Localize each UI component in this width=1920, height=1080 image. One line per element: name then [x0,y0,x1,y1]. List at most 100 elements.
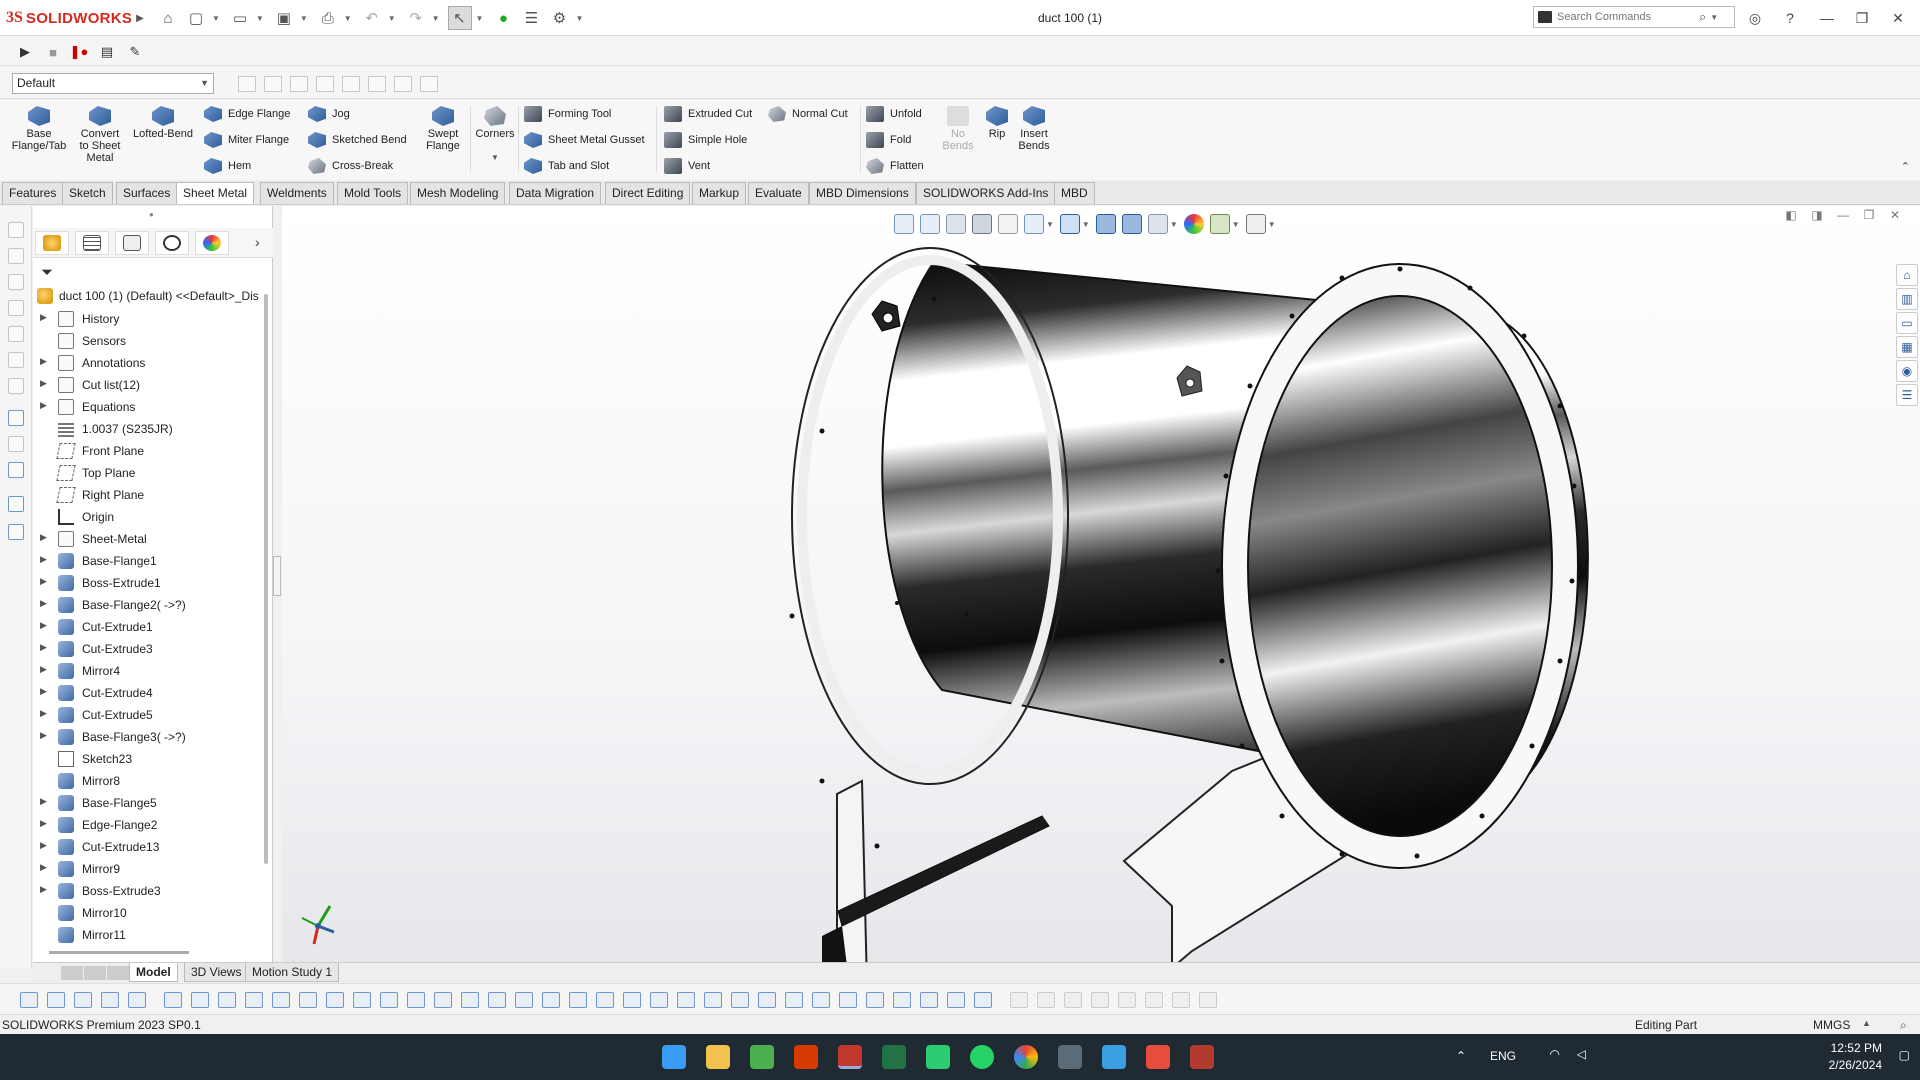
edge-flange-button[interactable]: Edge Flange [204,104,290,124]
record-pause-macro-icon[interactable]: ❚● [70,43,89,61]
unfold-button[interactable]: Unfold [866,104,922,124]
simple-hole-button[interactable]: Simple Hole [664,130,747,150]
view-settings-caret-icon[interactable]: ▼ [1268,220,1276,229]
help-icon[interactable]: ? [1780,8,1800,28]
magic-select-icon[interactable] [128,992,146,1008]
expand-arrow-icon[interactable]: ▶ [40,664,50,675]
hide-show-items-icon[interactable] [1095,214,1116,234]
tree-item[interactable]: ▶ Base-Flange5 [33,792,263,814]
intersection-icon[interactable] [947,992,965,1008]
fold-button[interactable]: Fold [866,130,911,150]
tool-app-icon[interactable] [1146,1045,1170,1069]
strip-tool-icon[interactable] [8,274,24,290]
solidworks-tool-app-icon[interactable] [1190,1045,1214,1069]
pattern-icon[interactable] [542,992,560,1008]
tree-item[interactable]: ▶ Edge-Flange2 [33,814,263,836]
expand-arrow-icon[interactable]: ▶ [40,598,50,609]
arc-icon[interactable] [272,992,290,1008]
print-icon[interactable]: ⎙ [316,6,340,30]
minimize-icon[interactable]: — [1817,8,1837,28]
tree-item[interactable]: ▶ Boss-Extrude1 [33,572,263,594]
convert-entities-icon[interactable] [920,992,938,1008]
tree-item[interactable]: Mirror10 [33,902,263,924]
expand-arrow-icon[interactable]: ▶ [40,796,50,807]
panel-grip-icon[interactable]: ● [149,210,154,219]
tree-item[interactable]: ▶ Annotations [33,352,263,374]
shaded-icon[interactable] [812,992,830,1008]
account-icon[interactable]: ◎ [1745,8,1765,28]
swept-flange-button[interactable]: Swept Flange [420,106,466,152]
save-icon[interactable]: ▣ [272,6,296,30]
expand-arrow-icon[interactable]: ▶ [40,686,50,697]
tab-and-slot-button[interactable]: Tab and Slot [524,156,609,176]
point-icon[interactable] [164,992,182,1008]
edit-table-icon[interactable] [368,76,386,92]
tab-surfaces[interactable]: Surfaces [116,182,178,204]
tree-item[interactable]: ▶ Mirror9 [33,858,263,880]
mirror-icon[interactable] [515,992,533,1008]
normal-cut-button[interactable]: Normal Cut [768,104,848,124]
strip-tool-icon[interactable] [8,462,24,478]
file-explorer-app-icon[interactable] [706,1045,730,1069]
miter-flange-button[interactable]: Miter Flange [204,130,289,150]
center-point-icon[interactable] [1037,992,1055,1008]
tab-mold-tools[interactable]: Mold Tools [337,182,409,204]
expand-arrow-icon[interactable]: ▶ [40,554,50,565]
expand-arrow-icon[interactable]: ▶ [40,400,50,411]
tree-item[interactable]: ▶ Cut-Extrude5 [33,704,263,726]
edit-appearance-icon[interactable] [1121,214,1142,234]
options-gear-icon[interactable]: ⚙ [547,6,571,30]
solidworks-app-icon[interactable] [838,1045,862,1069]
strip-tool-icon[interactable] [8,436,24,452]
ellipse-icon[interactable] [1064,992,1082,1008]
feature-tree-scrollbar[interactable] [264,294,268,864]
display-icon[interactable] [704,992,722,1008]
expand-arrow-icon[interactable]: ▶ [40,312,50,323]
undo-caret-icon[interactable]: ▼ [388,14,396,23]
view-palette-icon[interactable]: ▦ [1896,336,1918,358]
redo-icon[interactable]: ↷ [404,6,428,30]
strip-tool-icon[interactable] [8,248,24,264]
tree-item[interactable]: Mirror8 [33,770,263,792]
convert-to-sheet-metal-button[interactable]: Convert to Sheet Metal [72,106,128,164]
tree-item[interactable]: ▶ Sheet-Metal [33,528,263,550]
display-state-icon[interactable] [264,76,282,92]
tab-direct-editing[interactable]: Direct Editing [605,182,691,204]
scenes-icon[interactable] [1209,214,1230,234]
solidworks-resources-icon[interactable]: ⌂ [1896,264,1918,286]
print-caret-icon[interactable]: ▼ [344,14,352,23]
select-cursor-icon[interactable] [101,992,119,1008]
panel-collapse-handle[interactable] [273,556,281,596]
expand-arrow-icon[interactable]: ▶ [40,642,50,653]
sketched-bend-button[interactable]: Sketched Bend [308,130,407,150]
expand-arrow-icon[interactable]: ▶ [40,378,50,389]
tab-3d-views[interactable]: 3D Views [184,963,249,982]
flatten-button[interactable]: Flatten [866,156,924,176]
redo-caret-icon[interactable]: ▼ [432,14,440,23]
line-icon[interactable] [326,992,344,1008]
no-bends-button[interactable]: No Bends [940,106,976,152]
stop-macro-icon[interactable]: ■ [44,43,62,61]
expand-arrow-icon[interactable]: ▶ [40,708,50,719]
plane-icon[interactable] [1145,992,1163,1008]
undo-icon[interactable]: ↶ [360,6,384,30]
units-caret-icon[interactable]: ▲ [1862,1018,1871,1028]
clock-date[interactable]: 2/26/2024 [1829,1058,1882,1072]
tab-mbd-dimensions[interactable]: MBD Dimensions [809,182,916,204]
paint-app-icon[interactable] [1102,1045,1126,1069]
search-caret-icon[interactable]: ▼ [1710,13,1718,22]
add-configuration-icon[interactable] [238,76,256,92]
spline-icon[interactable] [299,992,317,1008]
restore-icon[interactable]: ❐ [1852,8,1872,28]
tab-markup[interactable]: Markup [692,182,747,204]
tree-item[interactable]: 1.0037 (S235JR) [33,418,263,440]
cross-break-button[interactable]: Cross-Break [308,156,393,176]
property-manager-tab[interactable] [75,231,109,255]
section-view-icon[interactable] [972,214,992,234]
corners-button[interactable]: Corners ▼ [472,106,518,164]
trim-icon[interactable] [461,992,479,1008]
centerline-icon[interactable] [191,992,209,1008]
windows-start-icon[interactable] [662,1045,686,1069]
dimension-icon[interactable] [623,992,641,1008]
move-icon[interactable] [569,992,587,1008]
